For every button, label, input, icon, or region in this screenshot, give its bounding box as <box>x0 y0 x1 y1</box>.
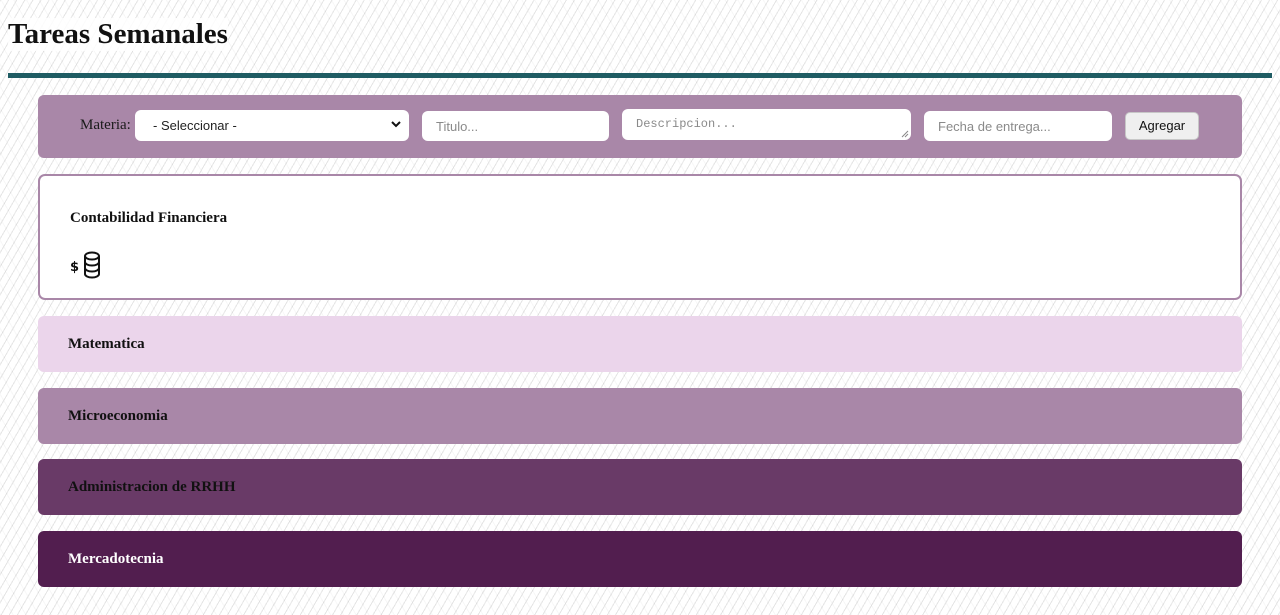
title-input[interactable]: Titulo... <box>422 111 609 141</box>
page-title: Tareas Semanales <box>8 18 228 51</box>
description-placeholder: Descripcion... <box>636 117 737 131</box>
title-placeholder: Titulo... <box>436 119 479 134</box>
subject-card-contabilidad[interactable]: Contabilidad Financiera $ <box>38 174 1242 300</box>
subject-select[interactable]: - Seleccionar - <box>135 110 409 141</box>
subject-row-matematica[interactable]: Matematica <box>38 316 1242 372</box>
subject-label: Materia: <box>80 117 131 133</box>
subject-name: Administracion de RRHH <box>68 479 236 495</box>
resize-grip-icon[interactable] <box>901 130 909 138</box>
coins-dollar-icon: $ <box>70 251 100 279</box>
subject-row-microeconomia[interactable]: Microeconomia <box>38 388 1242 444</box>
due-date-placeholder: Fecha de entrega... <box>938 119 1051 134</box>
subject-row-administracion-rrhh[interactable]: Administracion de RRHH <box>38 459 1242 515</box>
due-date-input[interactable]: Fecha de entrega... <box>924 111 1112 141</box>
subject-select-value: - Seleccionar - <box>153 118 237 133</box>
subject-name: Matematica <box>68 336 145 352</box>
subject-row-mercadotecnia[interactable]: Mercadotecnia <box>38 531 1242 587</box>
description-textarea[interactable]: Descripcion... <box>622 109 911 140</box>
subject-name: Microeconomia <box>68 408 168 424</box>
svg-text:$: $ <box>70 260 79 275</box>
subject-name: Mercadotecnia <box>68 551 164 567</box>
subject-name: Contabilidad Financiera <box>70 210 228 226</box>
task-form: Materia: - Seleccionar - Titulo... Descr… <box>38 95 1242 158</box>
add-button[interactable]: Agregar <box>1125 112 1199 140</box>
chevron-down-icon <box>391 121 401 128</box>
header-divider <box>8 73 1272 78</box>
